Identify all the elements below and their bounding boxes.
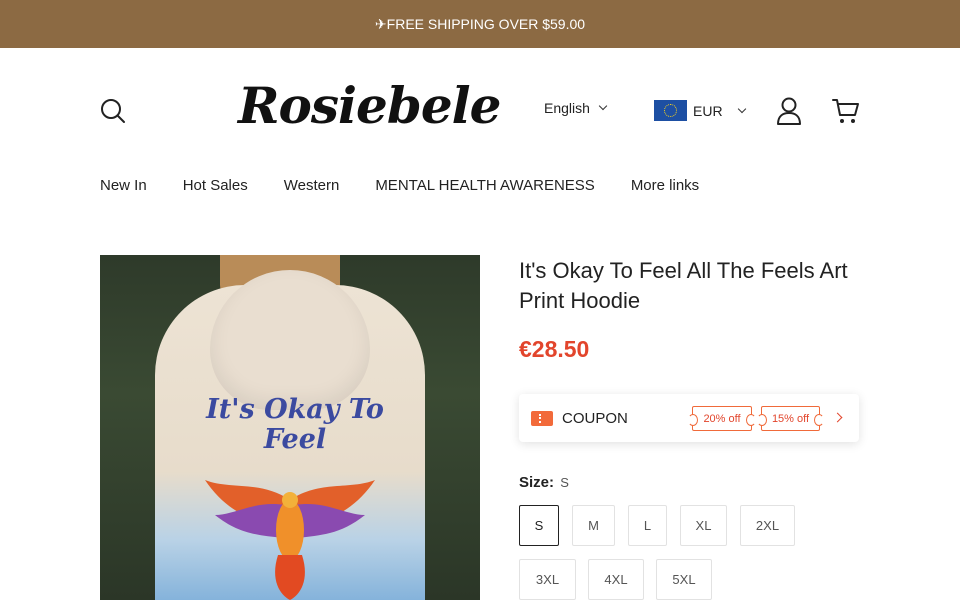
nav-item-new-in[interactable]: New In [100,177,147,194]
logo[interactable]: Rosiebele [238,76,501,135]
announcement-text: ✈FREE SHIPPING OVER $59.00 [374,15,586,32]
size-option-3xl[interactable]: 3XL [519,559,576,600]
size-option-xl[interactable]: XL [680,505,727,546]
coupon-label: COUPON [562,409,628,427]
announcement-bar: ✈FREE SHIPPING OVER $59.00 [0,0,960,48]
currency-selector[interactable]: EUR [654,100,746,121]
currency-label: EUR [693,102,723,119]
nav-item-western[interactable]: Western [284,177,340,194]
search-icon[interactable] [100,98,126,124]
size-option-m[interactable]: M [572,505,615,546]
coupon-offer[interactable]: 15% off [757,406,824,431]
user-icon[interactable] [776,97,802,125]
size-option-s[interactable]: S [519,505,559,546]
main-nav: New In Hot Sales Western MENTAL HEALTH A… [100,177,699,194]
language-selector[interactable]: English [544,100,608,116]
chevron-down-icon [598,101,608,111]
hoodie-print-text: It's Okay To Feel [206,394,384,455]
size-option-5xl[interactable]: 5XL [656,559,712,600]
nav-item-hot-sales[interactable]: Hot Sales [183,177,248,194]
chevron-down-icon [737,104,746,113]
chevron-right-icon[interactable] [832,412,843,423]
nav-item-mental-health[interactable]: MENTAL HEALTH AWARENESS [375,177,595,194]
site-header: Rosiebele English EUR [0,48,960,168]
coupon-icon [531,410,553,426]
nav-item-more-links[interactable]: More links [631,177,699,194]
coupon-bar[interactable]: COUPON 20% off 15% off [519,394,859,442]
coupon-offer[interactable]: 20% off [688,406,756,431]
eu-flag-icon [654,100,687,121]
size-option-2xl[interactable]: 2XL [740,505,795,546]
product-title: It's Okay To Feel All The Feels Art Prin… [519,258,848,313]
product-image[interactable]: It's Okay To Feel [100,255,480,600]
size-option-4xl[interactable]: 4XL [588,559,644,600]
size-label: Size: S [519,474,569,491]
size-option-l[interactable]: L [628,505,667,546]
language-label: English [544,100,590,116]
selected-size: S [560,475,569,490]
cart-icon[interactable] [832,97,860,125]
phoenix-graphic [205,480,375,600]
product-price: €28.50 [519,336,590,362]
